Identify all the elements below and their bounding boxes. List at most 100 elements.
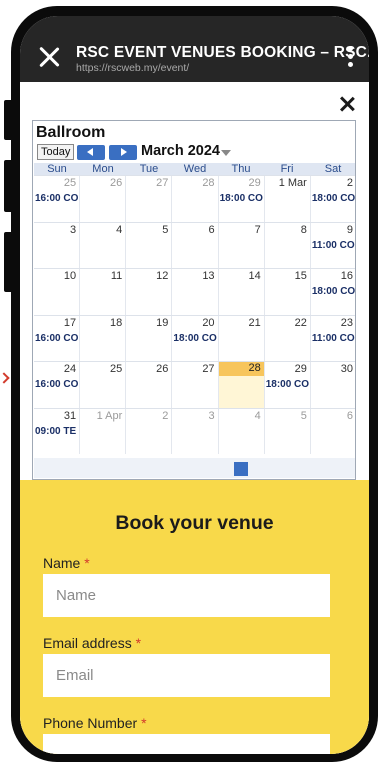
calendar-day-cell[interactable]: 15 — [263, 269, 310, 315]
calendar-week-row: 25 16:00 CO 26 27 28 29 18:00 CO 1 Mar 2 18:00 CO — [34, 175, 355, 222]
day-number: 1 Apr — [96, 409, 123, 422]
page-url: https://rscweb.my/event/ — [76, 62, 190, 74]
calendar-day-cell[interactable]: 28 — [171, 176, 217, 222]
calendar-day-cell[interactable]: 26 — [125, 362, 171, 408]
calendar-week-row: 31 09:00 TE 1 Apr 2 3 4 5 6 — [34, 407, 355, 455]
calendar-day-cell[interactable]: 1 Apr — [79, 408, 125, 454]
calendar-event[interactable]: 18:00 CO — [312, 193, 355, 204]
calendar-day-cell[interactable]: 24 16:00 CO — [34, 362, 79, 408]
calendar-event[interactable]: 11:00 CO — [312, 333, 355, 344]
day-number: 26 — [110, 177, 123, 189]
calendar-day-cell[interactable]: 12 — [125, 269, 171, 315]
calendar-day-cell[interactable]: 30 — [309, 362, 355, 408]
calendar-day-cell[interactable]: 8 — [263, 222, 310, 268]
today-button[interactable]: Today — [37, 144, 75, 160]
phone-input[interactable] — [43, 734, 330, 754]
next-month-button[interactable] — [109, 145, 137, 160]
day-number: 5 — [300, 409, 307, 422]
day-number: 5 — [162, 223, 169, 236]
calendar-week-row: 3 4 5 6 7 8 9 11:00 CO — [34, 221, 355, 269]
close-icon[interactable] — [38, 46, 60, 68]
calendar-day-cell[interactable]: 29 18:00 CO — [217, 176, 265, 222]
weekday-label: Mon — [92, 163, 114, 175]
calendar-day-cell[interactable]: 3 — [34, 223, 79, 269]
calendar-day-cell[interactable]: 19 — [125, 315, 171, 361]
calendar-day-cell[interactable]: 18 — [79, 315, 125, 361]
calendar-event[interactable]: 11:00 CO — [312, 240, 355, 251]
calendar-day-cell[interactable]: 3 — [171, 408, 217, 454]
calendar-day-cell[interactable]: 25 — [79, 362, 125, 408]
day-number: 28 — [218, 362, 264, 376]
calendar-day-cell[interactable]: 11 — [79, 269, 125, 315]
calendar-day-cell[interactable]: 4 — [217, 408, 264, 454]
day-number: 29 — [294, 363, 307, 375]
weekday-label: Sun — [47, 163, 67, 175]
prev-month-button[interactable] — [77, 145, 105, 160]
day-number: 26 — [156, 363, 169, 375]
calendar-week-row: 24 16:00 CO 25 26 27 28 29 18:00 CO 30 — [34, 361, 355, 408]
calendar-day-cell[interactable]: 22 — [263, 315, 310, 361]
weekday-label: Wed — [183, 163, 207, 175]
calendar-day-cell[interactable]: 9 11:00 CO — [309, 222, 355, 268]
day-number: 1 Mar — [278, 177, 307, 189]
day-number: 4 — [254, 409, 261, 422]
more-options-icon[interactable] — [347, 46, 353, 68]
day-number: 15 — [294, 270, 307, 282]
calendar-day-cell[interactable]: 5 — [263, 408, 310, 454]
calendar-day-cell[interactable]: 26 — [79, 176, 125, 222]
day-number: 7 — [254, 223, 261, 236]
calendar-day-cell[interactable]: 13 — [171, 269, 217, 315]
calendar-day-cell[interactable]: 17 16:00 CO — [34, 316, 79, 362]
calendar-day-cell[interactable]: 27 — [171, 362, 217, 408]
calendar-day-cell[interactable]: 6 — [171, 222, 217, 268]
calendar-day-cell[interactable]: 2 — [125, 408, 171, 454]
calendar-day-cell[interactable]: 20 18:00 CO — [171, 315, 218, 361]
calendar-day-cell[interactable]: 16 18:00 CO — [309, 269, 355, 315]
calendar-day-cell[interactable]: 29 18:00 CO — [263, 362, 311, 408]
calendar-day-cell[interactable]: 31 09:00 TE — [34, 409, 79, 455]
calendar-day-cell[interactable]: 14 — [217, 269, 264, 315]
name-input[interactable] — [43, 574, 330, 617]
day-number: 23 — [340, 316, 353, 329]
calendar-day-cell[interactable]: 1 Mar — [263, 176, 310, 222]
calendar-day-cell[interactable]: 2 18:00 CO — [309, 176, 355, 222]
calendar-day-cell[interactable]: 25 16:00 CO — [34, 176, 79, 222]
chevron-down-icon[interactable] — [221, 150, 231, 156]
calendar-event[interactable]: 18:00 CO — [220, 193, 265, 204]
calendar-footer — [34, 458, 355, 478]
month-label[interactable]: March 2024 — [141, 143, 220, 159]
calendar-day-cell[interactable]: 10 — [34, 269, 79, 315]
phone-label: Phone Number * — [43, 715, 147, 731]
day-number: 3 — [70, 223, 77, 236]
calendar-event[interactable]: 16:00 CO — [35, 193, 80, 204]
weekday-label: Fri — [280, 163, 294, 175]
calendar-widget: Ballroom Today March 2024 Sun Mon Tue Wed Th… — [32, 120, 356, 480]
weekday-header: Sun Mon Tue Wed Thu Fri Sat — [34, 163, 355, 175]
calendar-event[interactable]: 16:00 CO — [35, 379, 80, 390]
calendar-event[interactable]: 18:00 CO — [266, 379, 311, 390]
day-number: 10 — [63, 270, 77, 282]
calendar-week-row: 17 16:00 CO 18 19 20 18:00 CO 21 22 23 11:00 CO — [34, 314, 355, 362]
calendar-day-cell[interactable]: 7 — [217, 222, 264, 268]
day-number: 30 — [340, 363, 353, 375]
calendar-event[interactable]: 09:00 TE — [35, 426, 80, 437]
email-input[interactable] — [43, 654, 330, 697]
calendar-event[interactable]: 18:00 CO — [312, 286, 355, 297]
calendar-day-cell[interactable]: 5 — [125, 222, 171, 268]
calendar-day-cell[interactable]: 23 11:00 CO — [309, 315, 355, 361]
calendar-week-row: 10 11 12 13 14 15 16 18:00 CO — [34, 268, 355, 315]
calendar-title: Ballroom — [36, 124, 106, 141]
calendar-day-cell[interactable]: 4 — [79, 222, 125, 268]
calendar-day-cell[interactable]: 28 — [217, 362, 264, 408]
calendar-day-cell[interactable]: 6 — [309, 408, 355, 454]
calendar-event[interactable]: 16:00 CO — [35, 333, 80, 344]
calendar-event[interactable]: 18:00 CO — [173, 333, 218, 344]
calendar-day-cell[interactable]: 21 — [217, 315, 264, 361]
day-number: 17 — [63, 316, 77, 329]
day-number: 13 — [202, 270, 215, 282]
day-number: 11 — [110, 270, 123, 282]
name-label: Name * — [43, 555, 90, 571]
page-title: RSC EVENT VENUES BOOKING – RSC... — [76, 44, 369, 61]
modal-close-icon[interactable] — [339, 96, 355, 112]
calendar-day-cell[interactable]: 27 — [125, 176, 171, 222]
